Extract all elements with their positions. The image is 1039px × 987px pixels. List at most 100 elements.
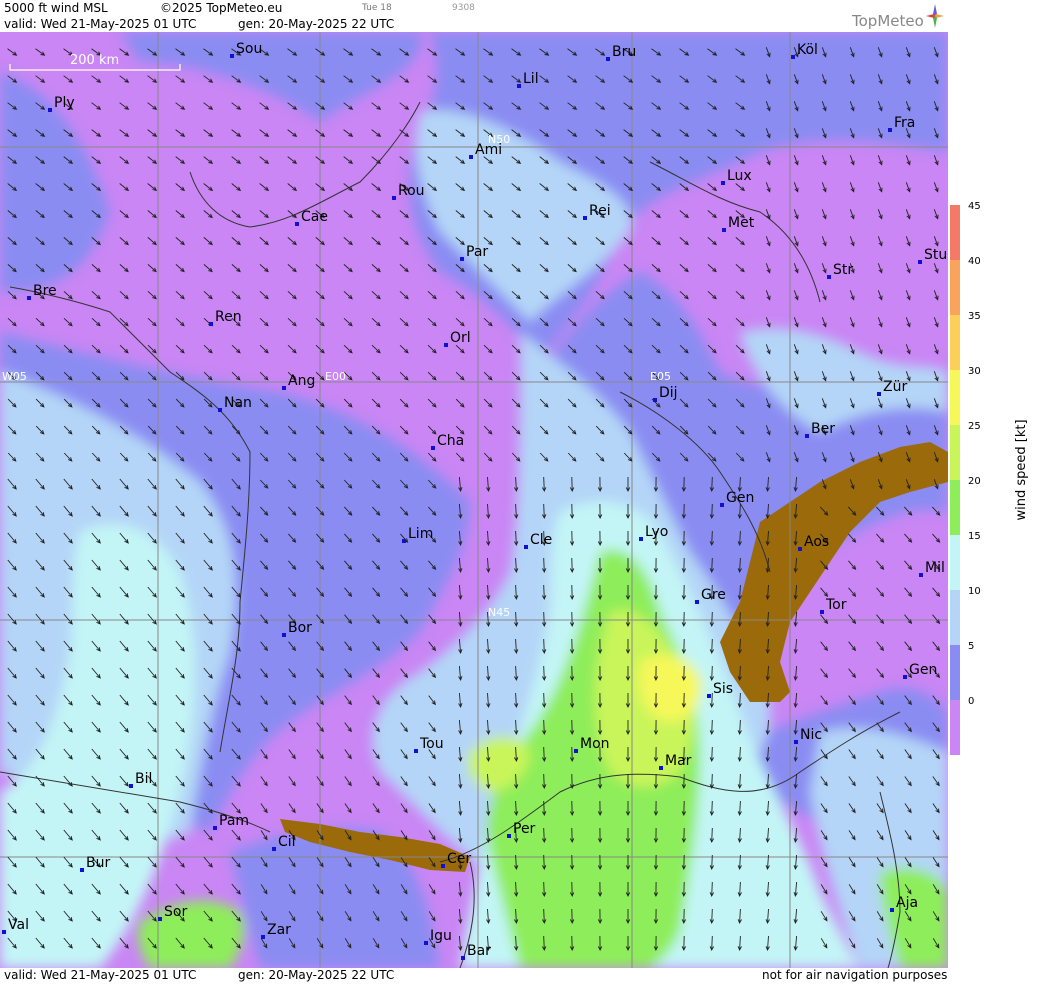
city-label: Cha [437,433,464,449]
city-marker [414,749,418,753]
colorbar-segment [950,315,960,370]
city-label: Lyo [645,524,668,540]
colorbar-legend: 45 40 35 30 25 20 15 10 5 0 wind speed [kt] [948,0,1039,983]
city-label: Ply [54,95,75,111]
city-label: Mil [925,560,945,576]
city-label: Mar [665,753,692,769]
city-label: Bru [612,44,636,60]
scale-bar-label: 200 km [70,53,119,68]
city-label: Ang [288,373,315,389]
city-label: Mon [580,736,610,752]
city-marker [272,847,276,851]
city-label: Lil [523,71,539,87]
city-marker [574,749,578,753]
city-marker [798,547,802,551]
city-marker [230,54,234,58]
colorbar-tick-label: 20 [968,476,981,487]
city-label: Köl [797,42,818,58]
topmeteo-logo[interactable]: TopMeteo [852,12,924,30]
city-marker [524,545,528,549]
colorbar-segment [950,480,960,535]
city-label: Lim [408,526,433,542]
city-label: Gre [701,587,726,603]
city-label: Cle [530,532,552,548]
city-marker [282,633,286,637]
colorbar-tick-label: 30 [968,366,981,377]
grid-label-e00: E00 [325,370,346,383]
city-label: Aja [896,895,918,911]
city-marker [722,228,726,232]
city-label: Zar [267,922,291,938]
city-label: Cer [447,851,471,867]
footer-valid-time: valid: Wed 21-May-2025 01 UTC [4,968,197,982]
wind-map[interactable]: W05 E00 E05 N50 N45 200 km Sou Ply Lil Bru K… [0,32,949,968]
colorbar-tick-label: 5 [968,641,974,652]
city-label: Cil [278,834,296,850]
colorbar-tick-label: 40 [968,256,981,267]
city-marker [158,917,162,921]
city-label: Nic [800,727,822,743]
map-footer: valid: Wed 21-May-2025 01 UTC gen: 20-Ma… [0,968,948,983]
city-marker [460,257,464,261]
city-label: Aos [804,534,829,550]
footer-generated-time: gen: 20-May-2025 22 UTC [238,968,395,982]
city-marker [2,930,6,934]
valid-time: valid: Wed 21-May-2025 01 UTC [4,17,197,31]
colorbar-segment [950,645,960,700]
city-label: Zür [883,379,907,395]
city-label: Ber [811,421,835,437]
city-marker [469,155,473,159]
wind-map-canvas: W05 E00 E05 N50 N45 200 km SouPlyLilBru K… [0,32,948,968]
copyright-text: ©2025 TopMeteo.eu [160,1,283,15]
colorbar-segment [950,590,960,645]
city-marker [213,826,217,830]
colorbar-segment [950,425,960,480]
city-marker [903,675,907,679]
city-label: Bre [33,283,57,299]
map-header: 5000 ft wind MSL ©2025 TopMeteo.eu Tue 1… [0,0,948,32]
city-marker [695,600,699,604]
colorbar-title: wind speed [kt] [1014,419,1029,520]
city-label: Met [728,215,755,231]
city-label: Str [833,262,853,278]
city-marker [888,128,892,132]
generated-time: gen: 20-May-2025 22 UTC [238,17,395,31]
city-label: Igu [430,928,452,944]
city-marker [209,322,213,326]
colorbar-segment [950,700,960,755]
city-marker [431,446,435,450]
city-marker [80,868,84,872]
city-marker [261,935,265,939]
city-marker [659,766,663,770]
city-label: Per [513,821,536,837]
city-label: Bur [86,855,110,871]
colorbar-tick-label: 25 [968,421,981,432]
city-label: Bil [135,771,152,787]
city-label: Ami [475,142,502,158]
city-label: Fra [894,115,915,131]
city-marker [392,196,396,200]
city-marker [606,57,610,61]
city-label: Cae [301,209,328,225]
city-marker [444,343,448,347]
colorbar-tick-label: 10 [968,586,981,597]
city-marker [517,84,521,88]
city-marker [805,434,809,438]
city-label: Rei [589,203,611,219]
city-marker [721,181,725,185]
city-label: Rou [398,183,425,199]
colorbar-segment [950,370,960,425]
disclaimer-text: not for air navigation purposes [762,968,948,982]
city-marker [48,108,52,112]
small-code: 9308 [452,3,475,13]
colorbar-tick-label: 15 [968,531,981,542]
city-marker [461,956,465,960]
colorbar-tick-label: 45 [968,201,981,212]
city-label: Nan [224,395,252,411]
compass-star-icon [926,4,944,28]
city-label: Gen [726,490,754,506]
city-marker [720,503,724,507]
city-label: Pam [219,813,249,829]
city-marker [890,908,894,912]
city-marker [918,260,922,264]
